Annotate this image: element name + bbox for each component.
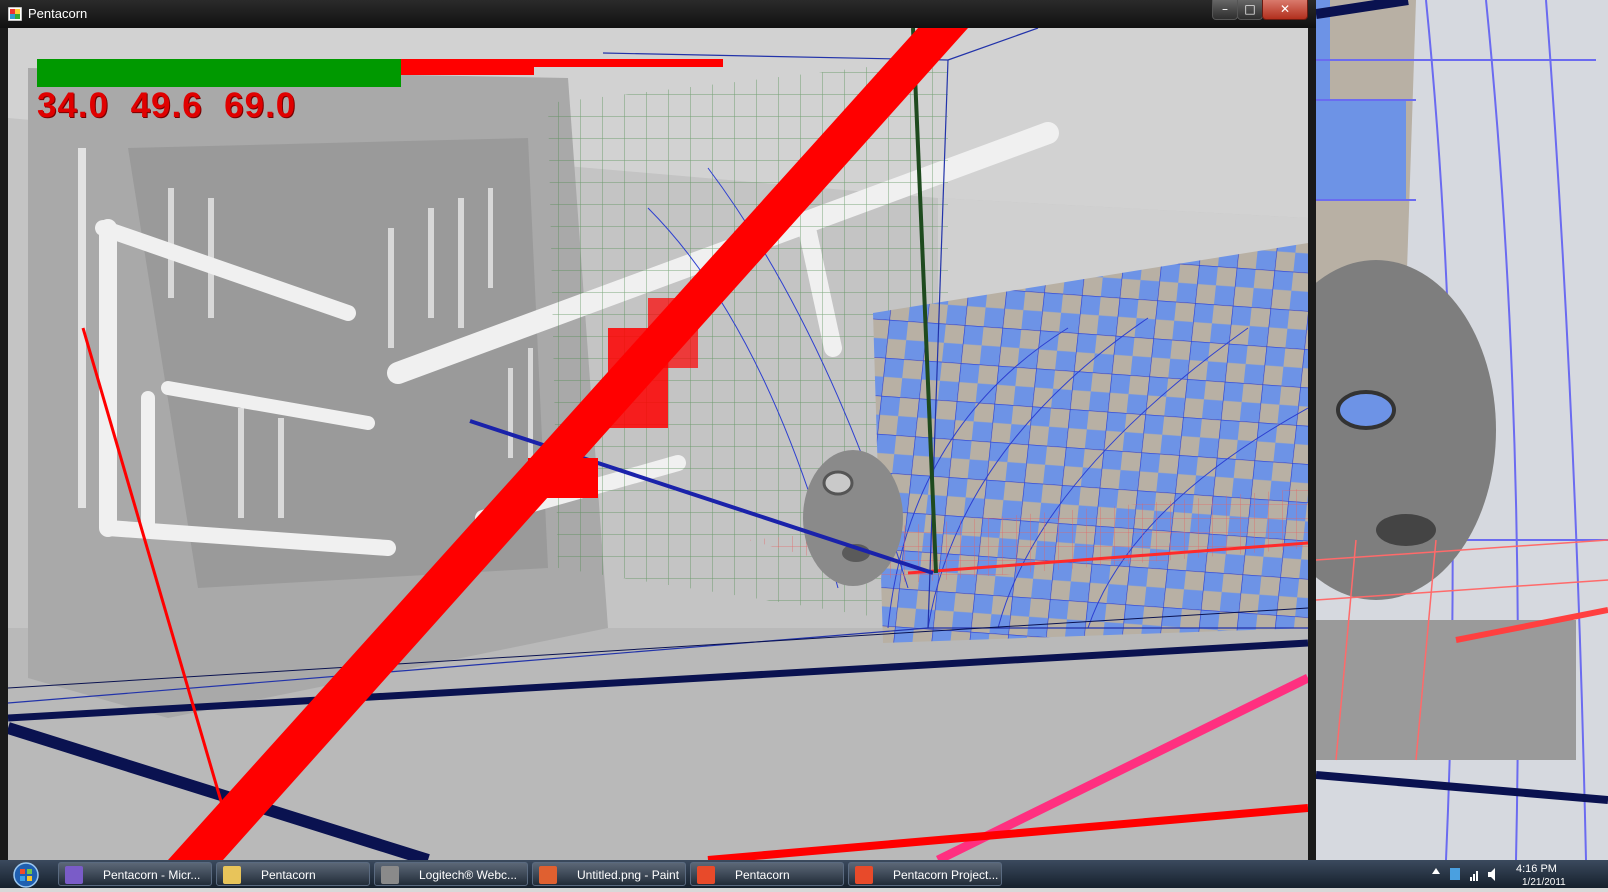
taskbar-item[interactable]: Logitech® Webc... [374,862,528,886]
webcam-icon [381,866,399,884]
hud-green-bar [37,59,401,87]
network-icon [1470,871,1478,881]
clock-date[interactable]: 1/21/2011 [1522,877,1566,888]
title-bar[interactable]: Pentacorn – □ ✕ [0,0,1316,28]
taskbar-item-label: Pentacorn - Micr... [103,868,201,882]
dropbox-icon [1450,868,1460,880]
secondary-3d-scene [1316,0,1608,860]
face-scan [803,450,903,586]
system-tray: 4:16 PM 1/21/2011 [1418,860,1608,888]
taskbar: Pentacorn - Micr... Pentacorn Logitech® We… [0,860,1608,888]
maximize-button[interactable]: □ [1237,0,1263,20]
visual-studio-icon [65,866,83,884]
hud-values-readout: 34.0 49.6 69.0 [37,86,297,125]
tray-icons[interactable] [1418,860,1508,888]
show-hidden-icons-icon [1432,868,1440,874]
app-window-icon [697,866,715,884]
pentacorn-app-icon [8,7,22,21]
taskbar-item[interactable]: Pentacorn Project... [848,862,1002,886]
volume-icon [1488,868,1495,881]
taskbar-item-label: Logitech® Webc... [419,868,518,882]
paint-icon [539,866,557,884]
app-window-icon [855,866,873,884]
minimize-button[interactable]: – [1212,0,1238,20]
taskbar-item[interactable]: Pentacorn [216,862,370,886]
taskbar-item-label: Pentacorn [735,868,790,882]
taskbar-item[interactable]: Pentacorn - Micr... [58,862,212,886]
3d-scene [8,28,1308,860]
secondary-view-window[interactable] [1316,0,1608,860]
taskbar-item[interactable]: Untitled.png - Paint [532,862,686,886]
taskbar-item-label: Pentacorn [261,868,316,882]
taskbar-item-label: Pentacorn Project... [893,868,999,882]
clock-time[interactable]: 4:16 PM [1516,863,1557,875]
main-window: Pentacorn – □ ✕ 34.0 49.6 69.0 [0,0,1316,860]
3d-viewport[interactable]: 34.0 49.6 69.0 [8,28,1308,860]
start-button[interactable] [4,860,44,888]
taskbar-item[interactable]: Pentacorn [690,862,844,886]
taskbar-item-label: Untitled.png - Paint [577,868,680,882]
folder-icon [223,866,241,884]
window-title: Pentacorn [28,6,88,21]
close-button[interactable]: ✕ [1262,0,1308,20]
